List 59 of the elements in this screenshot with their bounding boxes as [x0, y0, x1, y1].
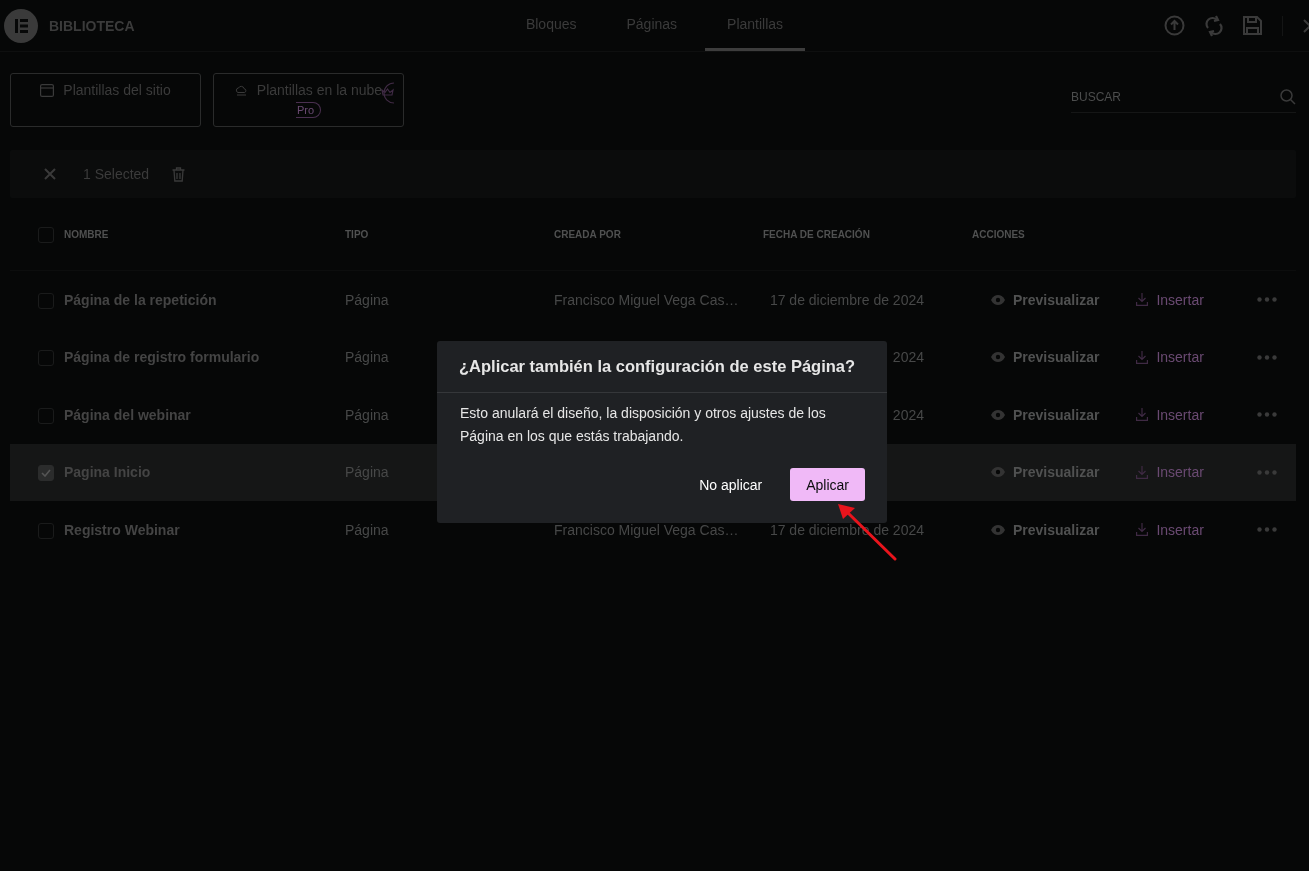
column-header: NOMBRE	[64, 228, 110, 240]
download-icon	[1136, 350, 1149, 364]
search-icon[interactable]	[1280, 89, 1296, 105]
window-icon	[40, 83, 55, 97]
row-checkbox[interactable]	[38, 465, 54, 482]
column-header: CREADA POR	[554, 228, 622, 240]
insert-button[interactable]: Insertar	[1136, 464, 1204, 481]
download-icon	[1136, 465, 1149, 479]
eye-icon	[991, 467, 1005, 478]
more-icon[interactable]	[1256, 469, 1277, 475]
apply-button[interactable]: Aplicar	[790, 468, 865, 501]
preview-button[interactable]: Previsualizar	[991, 349, 1100, 366]
table-cell: Página	[345, 291, 389, 308]
column-header: TIPO	[345, 228, 370, 240]
dialog-message: Esto anulará el diseño, la disposición y otros ajustes de los Página en los que estás trabajando.	[459, 404, 827, 446]
more-icon[interactable]	[1256, 412, 1277, 418]
table-cell: Página	[345, 521, 389, 538]
upload-icon[interactable]	[1164, 15, 1185, 36]
table-cell: Francisco Miguel Vega Cas…	[554, 291, 739, 308]
table-cell: Página	[345, 349, 389, 366]
check-icon	[41, 469, 51, 478]
template-name: Página de la repetición	[64, 291, 217, 308]
clear-selection-icon[interactable]	[44, 168, 56, 180]
template-name: Página de registro formulario	[64, 349, 260, 366]
preview-button[interactable]: Previsualizar	[991, 464, 1100, 481]
template-name: Página del webinar	[64, 406, 191, 423]
more-icon[interactable]	[1256, 527, 1277, 533]
preview-button[interactable]: Previsualizar	[991, 291, 1100, 308]
more-icon[interactable]	[1256, 354, 1277, 360]
more-icon[interactable]	[1256, 297, 1277, 303]
preview-button[interactable]: Previsualizar	[991, 406, 1100, 423]
column-header: ACCIONES	[972, 228, 1026, 240]
template-name: Registro Webinar	[64, 521, 180, 538]
search-field[interactable]: BUSCAR	[1071, 90, 1280, 104]
table-cell: Francisco Miguel Vega Cas…	[554, 521, 739, 538]
trash-icon[interactable]	[172, 166, 186, 182]
table-cell: 2024	[892, 406, 924, 423]
save-icon[interactable]	[1243, 16, 1262, 35]
eye-icon	[991, 352, 1005, 363]
cancel-button[interactable]: No aplicar	[683, 468, 779, 501]
insert-button[interactable]: Insertar	[1136, 521, 1204, 538]
eye-icon	[991, 409, 1005, 420]
refresh-icon[interactable]	[1205, 14, 1223, 37]
dialog-title: ¿Aplicar también la configuración de este Página?	[437, 341, 887, 393]
table-cell: 2024	[892, 349, 924, 366]
download-icon	[1136, 293, 1149, 307]
column-header: FECHA DE CREACIÓN	[763, 228, 871, 240]
download-icon	[1136, 523, 1149, 537]
preview-button[interactable]: Previsualizar	[991, 521, 1100, 538]
eye-icon	[991, 524, 1005, 535]
download-icon	[1136, 408, 1149, 422]
cloud-icon	[234, 84, 248, 96]
logo-icon	[4, 8, 38, 43]
insert-button[interactable]: Insertar	[1136, 406, 1204, 423]
eye-icon	[991, 294, 1005, 305]
table-cell: 17 de diciembre de 2024	[769, 291, 924, 308]
insert-button[interactable]: Insertar	[1136, 349, 1204, 366]
insert-button[interactable]: Insertar	[1136, 291, 1204, 308]
table-cell: Página	[345, 406, 389, 423]
